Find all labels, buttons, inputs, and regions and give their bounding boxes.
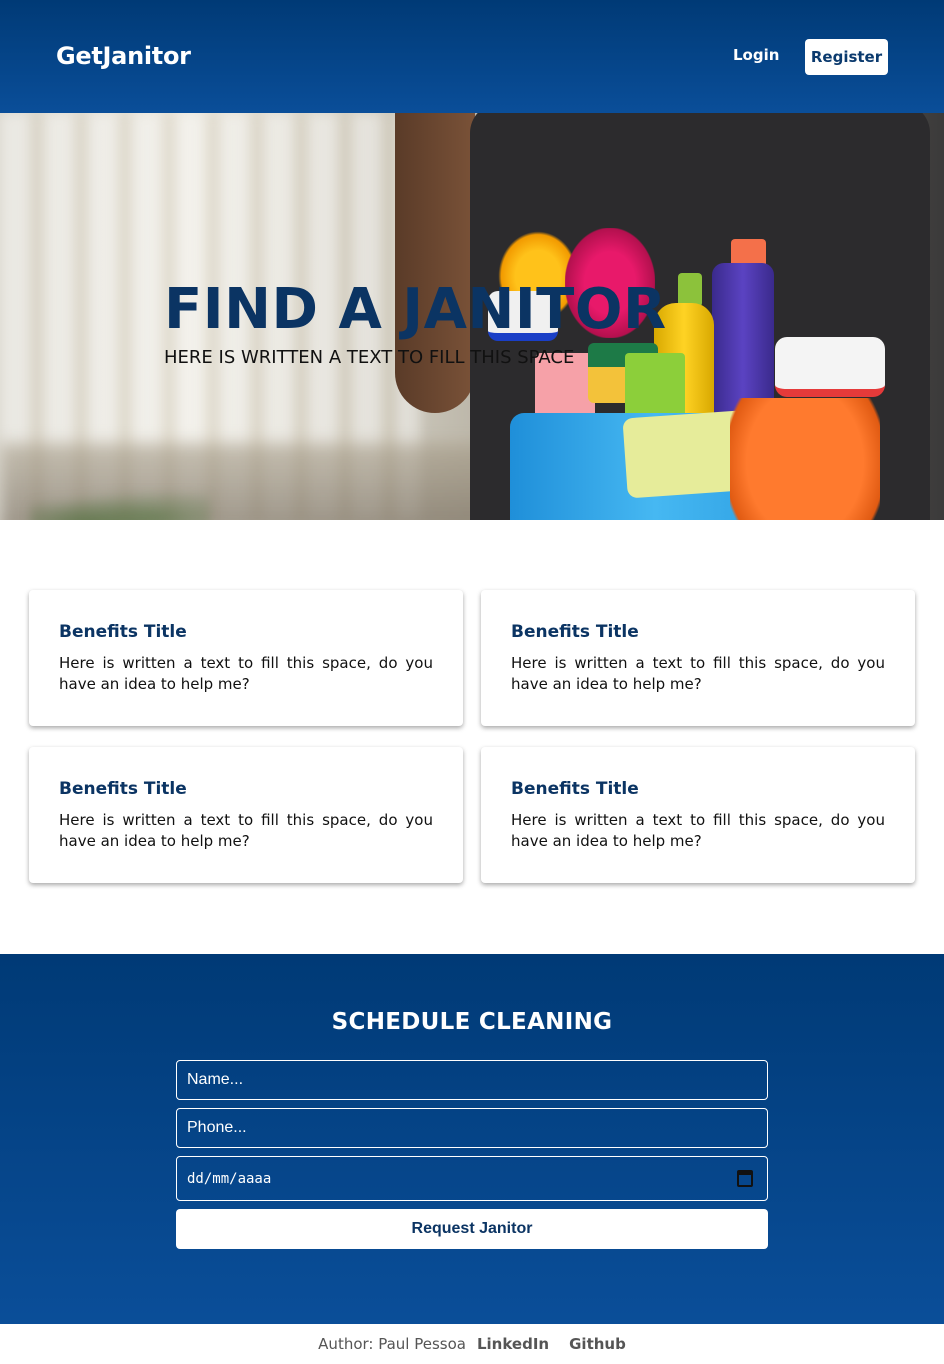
github-link[interactable]: Github xyxy=(569,1335,626,1353)
benefit-title: Benefits Title xyxy=(511,779,639,799)
hero-bottle-cap-green xyxy=(678,273,702,307)
hero-subtitle: HERE IS WRITTEN A TEXT TO FILL THIS SPAC… xyxy=(164,347,575,368)
benefit-text: Here is written a text to fill this spac… xyxy=(59,654,433,693)
benefit-card: Benefits Title Here is written a text to… xyxy=(29,747,463,883)
site-logo[interactable]: GetJanitor xyxy=(56,42,191,70)
name-input[interactable]: Name... xyxy=(176,1060,768,1100)
benefit-title: Benefits Title xyxy=(511,622,639,642)
benefit-text: Here is written a text to fill this spac… xyxy=(59,811,433,850)
linkedin-link[interactable]: LinkedIn xyxy=(477,1335,549,1353)
site-footer: Author: Paul Pessoa LinkedIn Github xyxy=(0,1324,944,1364)
calendar-icon[interactable] xyxy=(737,1170,753,1187)
site-header: GetJanitor Login Register xyxy=(0,0,944,113)
benefit-text: Here is written a text to fill this spac… xyxy=(511,654,885,693)
date-input[interactable]: dd/mm/aaaa xyxy=(176,1156,768,1201)
hero-spray-bottle-white xyxy=(775,337,885,397)
hero-arm xyxy=(395,113,475,413)
benefit-card: Benefits Title Here is written a text to… xyxy=(29,590,463,726)
login-link[interactable]: Login xyxy=(733,46,779,64)
hero-background-plants xyxy=(30,493,210,520)
hero-title: FIND A JANITOR xyxy=(164,277,667,342)
footer-author: Author: Paul Pessoa xyxy=(318,1335,466,1353)
request-janitor-button[interactable]: Request Janitor xyxy=(176,1209,768,1249)
benefit-title: Benefits Title xyxy=(59,622,187,642)
register-button[interactable]: Register xyxy=(805,39,888,75)
benefit-card: Benefits Title Here is written a text to… xyxy=(481,747,915,883)
phone-input[interactable]: Phone... xyxy=(176,1108,768,1148)
benefit-text: Here is written a text to fill this spac… xyxy=(511,811,885,850)
benefit-title: Benefits Title xyxy=(59,779,187,799)
name-input-placeholder: Name... xyxy=(187,1071,244,1088)
phone-input-placeholder: Phone... xyxy=(187,1119,247,1136)
date-input-placeholder: dd/mm/aaaa xyxy=(187,1170,272,1187)
benefit-card: Benefits Title Here is written a text to… xyxy=(481,590,915,726)
schedule-title: SCHEDULE CLEANING xyxy=(331,1009,613,1035)
hero-glove xyxy=(730,398,880,520)
